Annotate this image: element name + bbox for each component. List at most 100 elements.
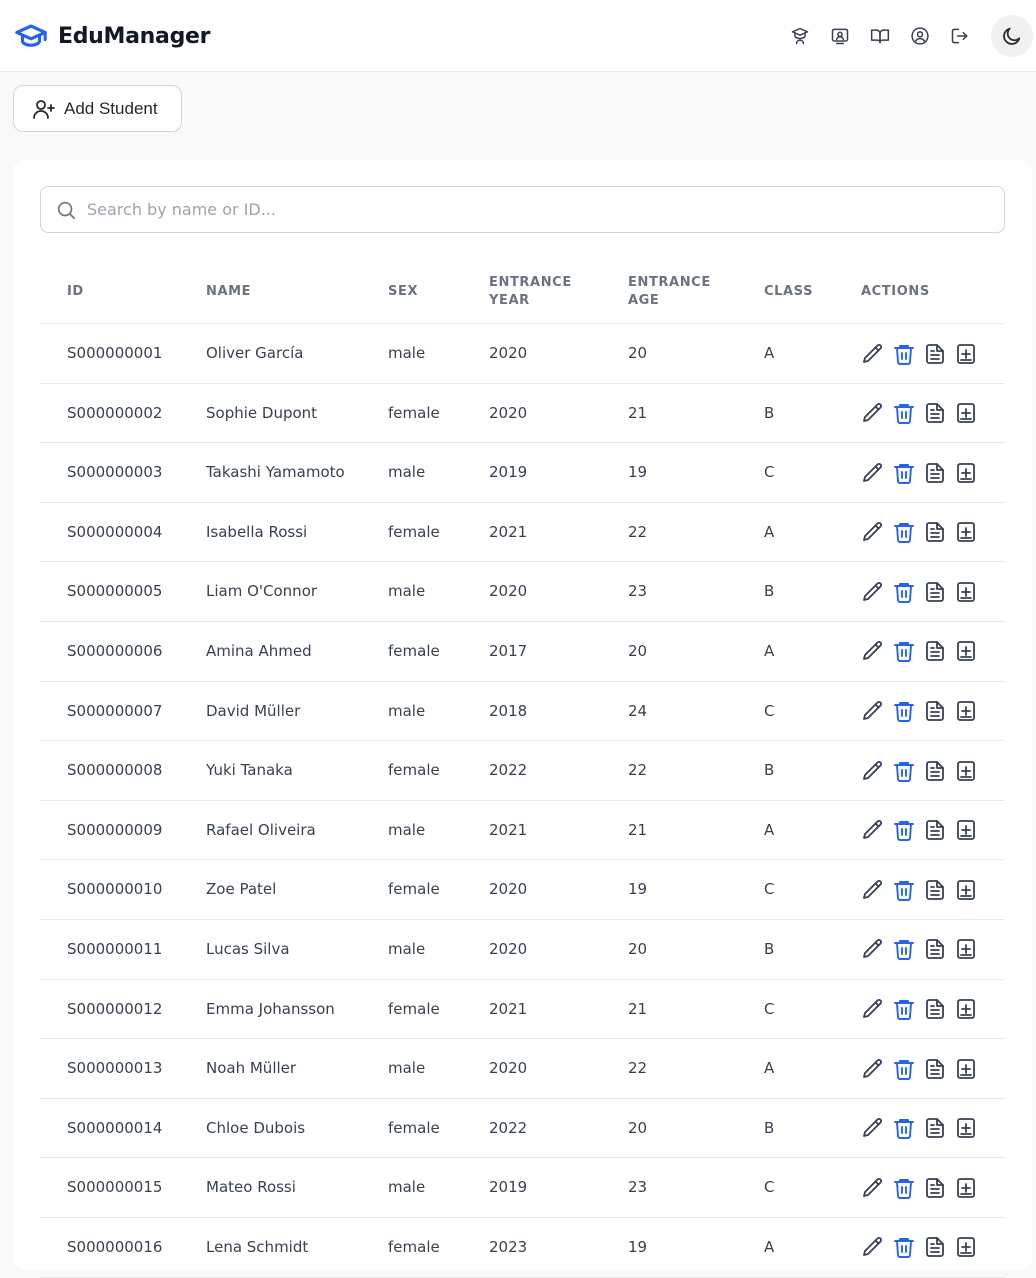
- delete-icon[interactable]: [892, 1176, 916, 1200]
- document-icon[interactable]: [923, 759, 947, 783]
- document-icon[interactable]: [923, 1057, 947, 1081]
- delete-icon[interactable]: [892, 997, 916, 1021]
- row-actions: [861, 920, 985, 979]
- add-record-icon[interactable]: [954, 639, 978, 663]
- document-icon[interactable]: [923, 401, 947, 425]
- edit-icon[interactable]: [861, 1057, 885, 1081]
- add-record-icon[interactable]: [954, 580, 978, 604]
- cell-name: David Müller: [206, 701, 301, 720]
- document-icon[interactable]: [923, 699, 947, 723]
- row-actions: [861, 384, 985, 443]
- edit-icon[interactable]: [861, 520, 885, 544]
- edit-icon[interactable]: [861, 639, 885, 663]
- delete-icon[interactable]: [892, 818, 916, 842]
- brand[interactable]: EduManager: [14, 20, 211, 52]
- document-icon[interactable]: [923, 997, 947, 1021]
- table-row: S000000011 Lucas Silva male 2020 20 B: [40, 920, 1005, 980]
- delete-icon[interactable]: [892, 401, 916, 425]
- delete-icon[interactable]: [892, 937, 916, 961]
- graduation-teacher-icon[interactable]: [789, 25, 811, 47]
- search-box[interactable]: [40, 186, 1005, 233]
- row-actions: [861, 443, 985, 502]
- add-record-icon[interactable]: [954, 342, 978, 366]
- delete-icon[interactable]: [892, 878, 916, 902]
- document-icon[interactable]: [923, 878, 947, 902]
- presentation-icon[interactable]: [829, 25, 851, 47]
- delete-icon[interactable]: [892, 520, 916, 544]
- document-icon[interactable]: [923, 520, 947, 544]
- cell-entrance-age: 19: [628, 880, 648, 899]
- document-icon[interactable]: [923, 461, 947, 485]
- add-record-icon[interactable]: [954, 520, 978, 544]
- add-record-icon[interactable]: [954, 1176, 978, 1200]
- document-icon[interactable]: [923, 1235, 947, 1259]
- theme-toggle-button[interactable]: [991, 15, 1033, 57]
- edit-icon[interactable]: [861, 1176, 885, 1200]
- edit-icon[interactable]: [861, 699, 885, 723]
- delete-icon[interactable]: [892, 1116, 916, 1140]
- document-icon[interactable]: [923, 342, 947, 366]
- cell-entrance-year: 2020: [489, 939, 528, 958]
- cell-name: Rafael Oliveira: [206, 820, 316, 839]
- cell-entrance-age: 21: [628, 403, 648, 422]
- cell-entrance-year: 2018: [489, 701, 528, 720]
- cell-sex: male: [388, 463, 426, 482]
- delete-icon[interactable]: [892, 699, 916, 723]
- document-icon[interactable]: [923, 937, 947, 961]
- document-icon[interactable]: [923, 580, 947, 604]
- add-record-icon[interactable]: [954, 997, 978, 1021]
- cell-name: Amina Ahmed: [206, 641, 312, 660]
- edit-icon[interactable]: [861, 878, 885, 902]
- table-row: S000000012 Emma Johansson female 2021 21 C: [40, 980, 1005, 1040]
- delete-icon[interactable]: [892, 639, 916, 663]
- add-record-icon[interactable]: [954, 401, 978, 425]
- document-icon[interactable]: [923, 639, 947, 663]
- add-record-icon[interactable]: [954, 818, 978, 842]
- cell-entrance-age: 20: [628, 641, 648, 660]
- add-record-icon[interactable]: [954, 1116, 978, 1140]
- edit-icon[interactable]: [861, 401, 885, 425]
- add-record-icon[interactable]: [954, 1235, 978, 1259]
- add-student-button[interactable]: Add Student: [13, 85, 182, 132]
- delete-icon[interactable]: [892, 1235, 916, 1259]
- edit-icon[interactable]: [861, 937, 885, 961]
- add-record-icon[interactable]: [954, 1057, 978, 1081]
- delete-icon[interactable]: [892, 342, 916, 366]
- document-icon[interactable]: [923, 818, 947, 842]
- delete-icon[interactable]: [892, 759, 916, 783]
- add-record-icon[interactable]: [954, 937, 978, 961]
- delete-icon[interactable]: [892, 1057, 916, 1081]
- edit-icon[interactable]: [861, 580, 885, 604]
- add-record-icon[interactable]: [954, 461, 978, 485]
- cell-entrance-age: 22: [628, 1059, 648, 1078]
- row-actions: [861, 324, 985, 383]
- add-record-icon[interactable]: [954, 759, 978, 783]
- cell-name: Isabella Rossi: [206, 522, 308, 541]
- delete-icon[interactable]: [892, 461, 916, 485]
- logout-icon[interactable]: [949, 25, 971, 47]
- delete-icon[interactable]: [892, 580, 916, 604]
- cell-sex: male: [388, 820, 426, 839]
- cell-class: A: [764, 820, 775, 839]
- cell-entrance-age: 20: [628, 1118, 648, 1137]
- edit-icon[interactable]: [861, 461, 885, 485]
- document-icon[interactable]: [923, 1176, 947, 1200]
- cell-id: S000000001: [67, 344, 163, 362]
- edit-icon[interactable]: [861, 818, 885, 842]
- add-record-icon[interactable]: [954, 878, 978, 902]
- add-record-icon[interactable]: [954, 699, 978, 723]
- edit-icon[interactable]: [861, 997, 885, 1021]
- cell-sex: male: [388, 1178, 426, 1197]
- search-input[interactable]: [87, 200, 967, 219]
- cell-sex: female: [388, 641, 440, 660]
- cell-name: Takashi Yamamoto: [206, 463, 345, 482]
- row-actions: [861, 503, 985, 562]
- book-open-icon[interactable]: [869, 25, 891, 47]
- edit-icon[interactable]: [861, 1116, 885, 1140]
- document-icon[interactable]: [923, 1116, 947, 1140]
- user-circle-icon[interactable]: [909, 25, 931, 47]
- edit-icon[interactable]: [861, 759, 885, 783]
- edit-icon[interactable]: [861, 342, 885, 366]
- cell-entrance-age: 24: [628, 701, 648, 720]
- edit-icon[interactable]: [861, 1235, 885, 1259]
